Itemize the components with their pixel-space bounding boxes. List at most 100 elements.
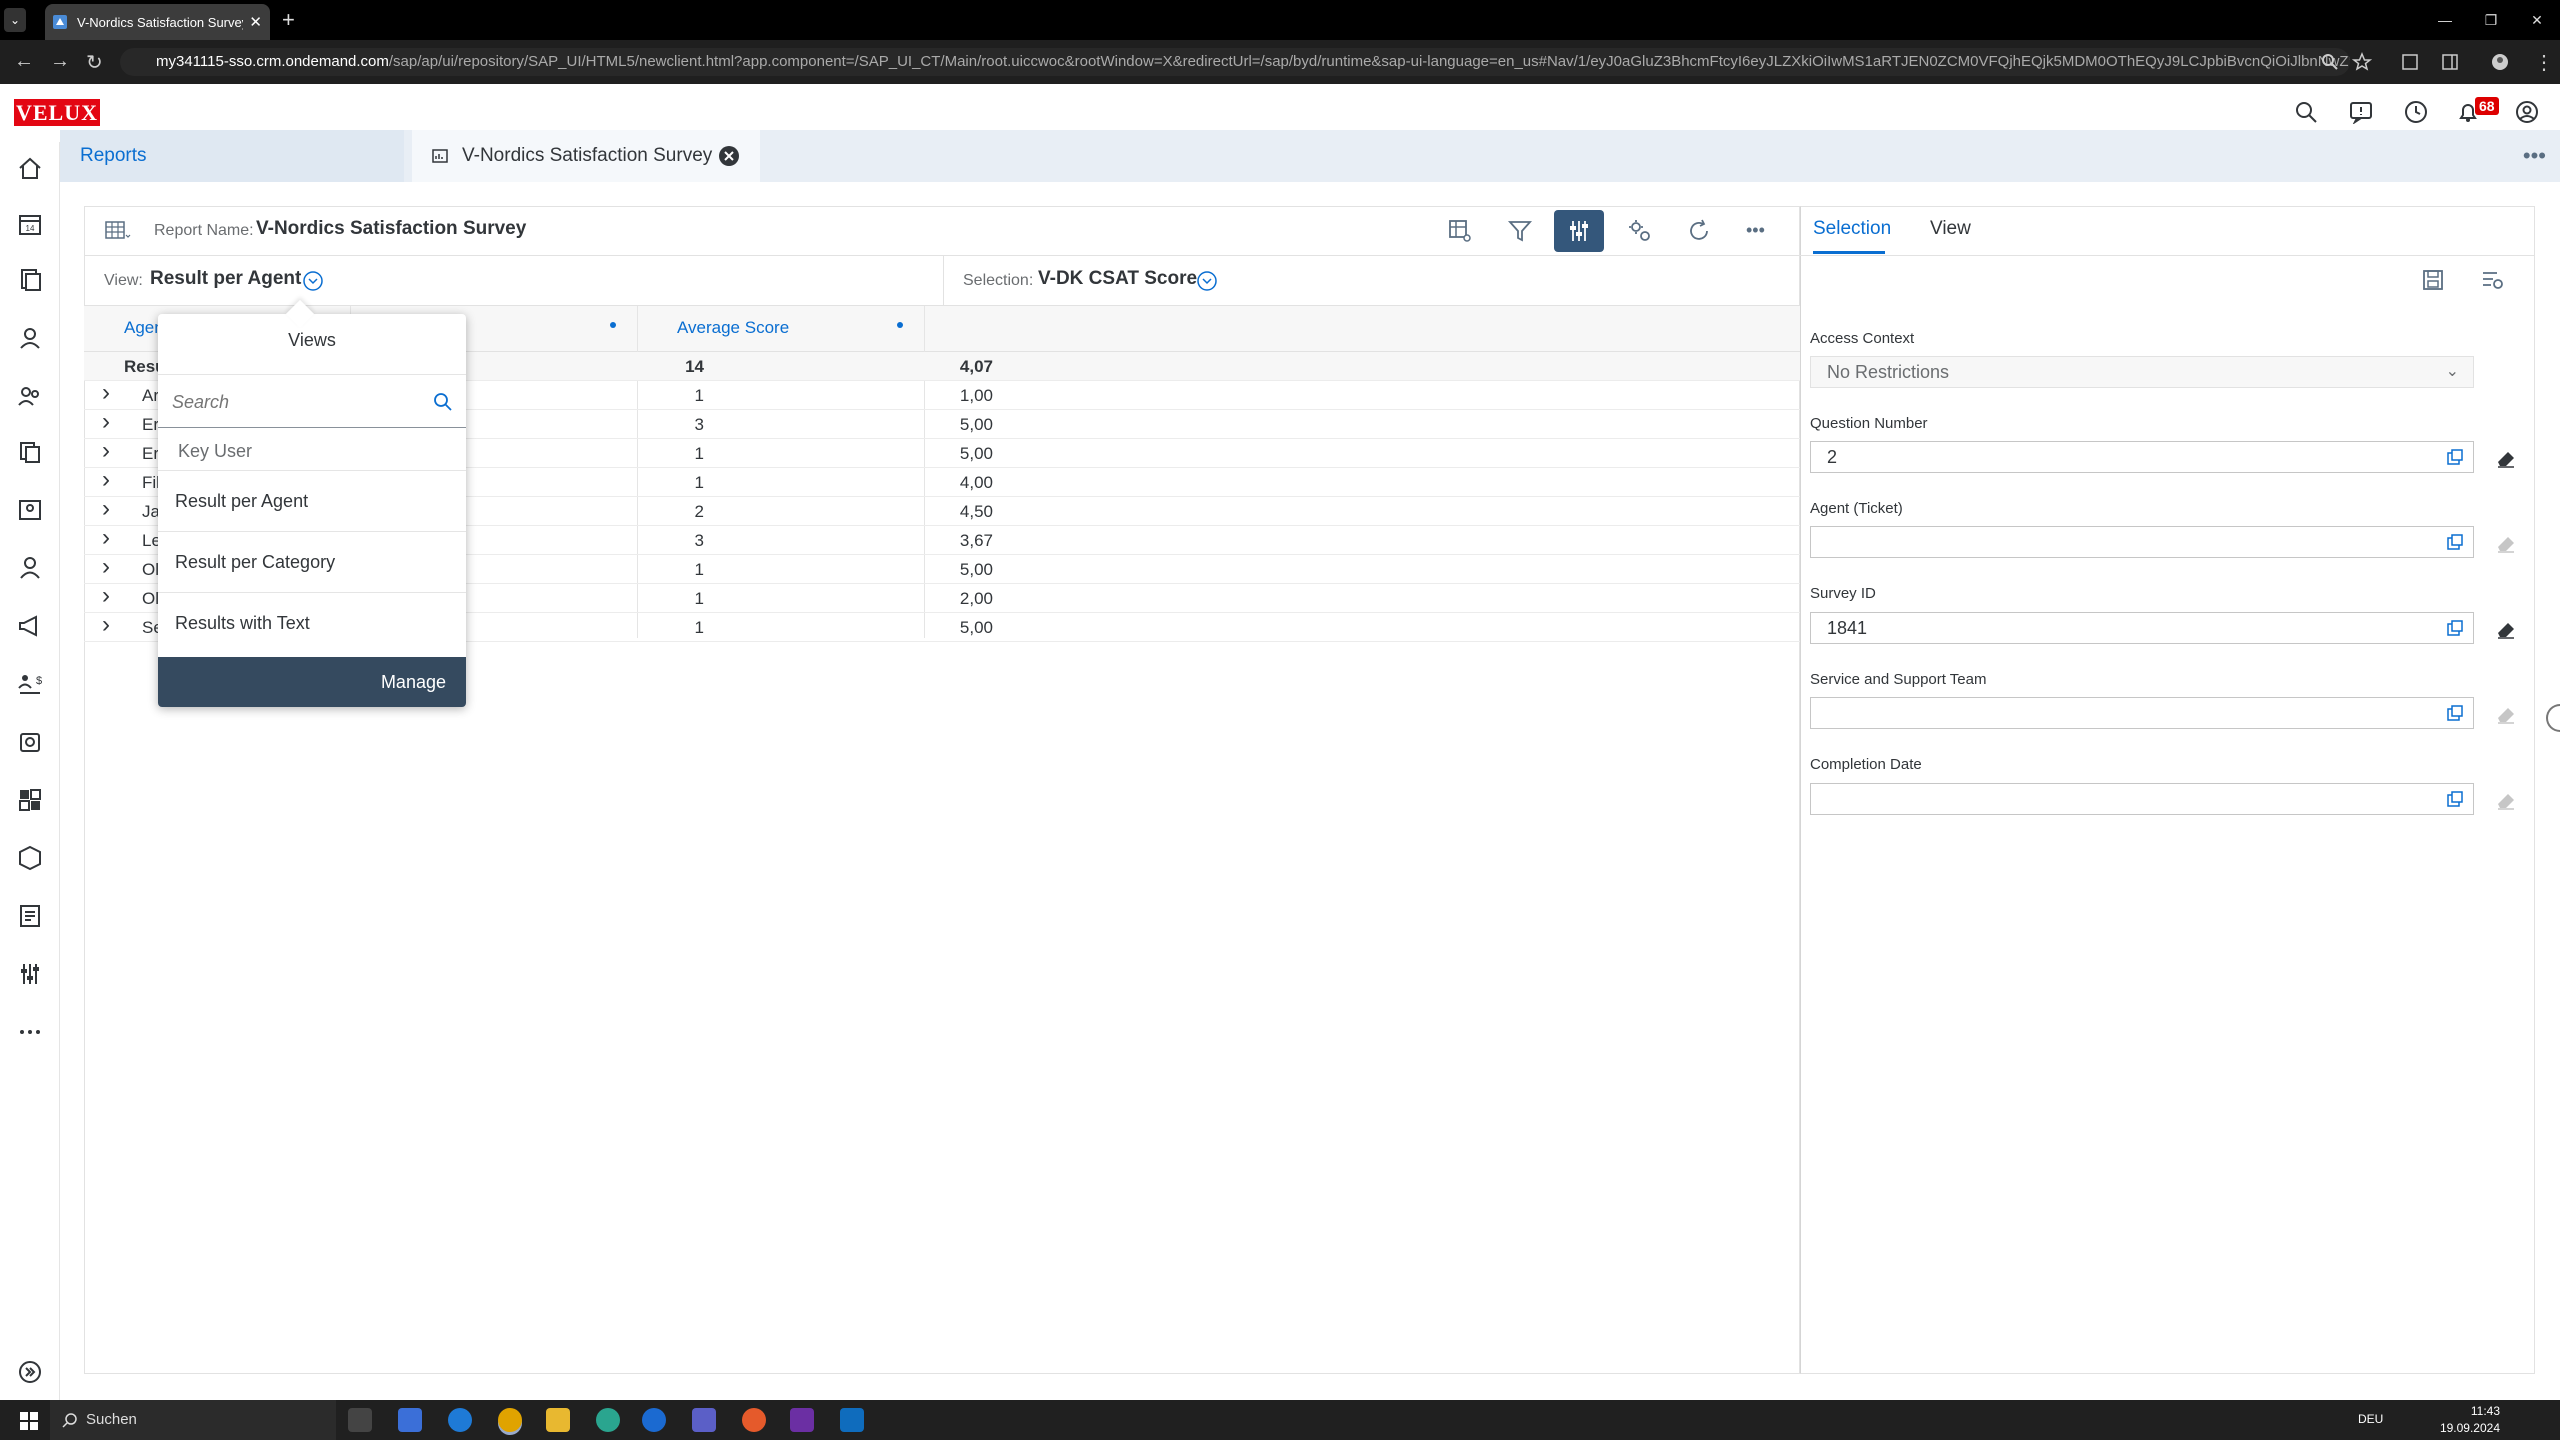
filter-icon[interactable] — [1507, 218, 1533, 244]
table-view-icon[interactable] — [104, 220, 132, 242]
extension-icon[interactable] — [2400, 52, 2420, 72]
more-icon[interactable] — [16, 1018, 44, 1046]
teams-icon[interactable] — [692, 1408, 716, 1432]
reports-icon[interactable] — [16, 902, 44, 930]
url-field[interactable]: my341115-sso.crm.ondemand.com/sap/ap/ui/… — [120, 48, 2350, 76]
value-help-icon[interactable] — [2445, 618, 2465, 638]
file-explorer-icon[interactable] — [546, 1408, 570, 1432]
clear-eraser-icon[interactable] — [2494, 702, 2518, 726]
app-icon[interactable] — [742, 1408, 766, 1432]
analytics-icon[interactable] — [16, 786, 44, 814]
more-actions-button[interactable]: ••• — [1746, 220, 1765, 246]
close-window-icon[interactable]: ✕ — [2514, 0, 2560, 40]
access-context-select[interactable]: No Restrictions ⌄ — [1810, 356, 2474, 388]
expand-chevron-icon[interactable]: › — [102, 553, 110, 581]
edge-dev-icon[interactable] — [596, 1408, 620, 1432]
history-clock-icon[interactable] — [2404, 100, 2428, 124]
views-search-input[interactable] — [172, 389, 412, 415]
pivot-table-icon[interactable] — [1447, 218, 1473, 244]
taskbar-clock[interactable]: 11:43 19.09.2024 — [2430, 1403, 2500, 1437]
task-view-icon[interactable] — [348, 1408, 372, 1432]
search-icon[interactable] — [2294, 100, 2318, 124]
outlook-icon[interactable] — [840, 1408, 864, 1432]
clear-eraser-icon[interactable] — [2494, 617, 2518, 641]
expand-chevron-icon[interactable]: › — [102, 437, 110, 465]
expand-chevron-icon[interactable]: › — [102, 408, 110, 436]
app-icon[interactable] — [790, 1408, 814, 1432]
service-support-team-field[interactable] — [1810, 697, 2474, 729]
view-item-result-per-agent[interactable]: Result per Agent — [158, 470, 466, 531]
documents-icon[interactable] — [16, 266, 44, 294]
view-item-results-with-text[interactable]: Results with Text — [158, 592, 466, 653]
forward-icon[interactable]: → — [50, 50, 70, 73]
edge-browser-icon[interactable] — [448, 1408, 472, 1432]
windows-start-icon[interactable] — [20, 1412, 38, 1430]
column-header-average-score[interactable]: Average Score — [677, 318, 789, 338]
expand-chevron-icon[interactable]: › — [102, 495, 110, 523]
tab-reports[interactable]: Reports — [60, 130, 404, 182]
sidebar-icon[interactable] — [2440, 52, 2460, 72]
reload-icon[interactable]: ↻ — [86, 50, 103, 75]
agent-ticket-field[interactable] — [1810, 526, 2474, 558]
accounts-icon[interactable] — [16, 382, 44, 410]
service-icon[interactable] — [16, 728, 44, 756]
administration-icon[interactable] — [16, 960, 44, 988]
clear-eraser-icon[interactable] — [2494, 446, 2518, 470]
chrome-browser-icon[interactable] — [498, 1408, 522, 1432]
save-selection-icon[interactable] — [2421, 268, 2445, 292]
products-icon[interactable] — [16, 844, 44, 872]
taskbar-search[interactable]: Suchen — [50, 1400, 336, 1440]
manage-selection-icon[interactable] — [2480, 268, 2504, 292]
expand-chevron-icon[interactable]: › — [102, 611, 110, 639]
expand-chevron-icon[interactable]: › — [102, 524, 110, 552]
marketing-megaphone-icon[interactable] — [16, 612, 44, 640]
close-tab-icon[interactable]: ✕ — [249, 13, 262, 31]
close-tab-icon[interactable] — [718, 145, 740, 167]
manage-views-button[interactable]: Manage — [158, 657, 466, 707]
expand-chevron-icon[interactable]: › — [102, 379, 110, 407]
person-icon[interactable] — [16, 554, 44, 582]
user-profile-icon[interactable] — [2515, 100, 2539, 124]
feedback-icon[interactable] — [2349, 100, 2373, 124]
settings-gears-icon[interactable] — [1627, 218, 1653, 244]
contacts-icon[interactable] — [16, 496, 44, 524]
expand-chevron-icon[interactable]: › — [102, 582, 110, 610]
view-dropdown-icon[interactable] — [302, 270, 324, 292]
input-language[interactable]: DEU — [2358, 1412, 2383, 1426]
sales-icon[interactable]: $ — [16, 670, 44, 698]
tab-survey[interactable]: V-Nordics Satisfaction Survey — [412, 130, 760, 182]
value-help-icon[interactable] — [2445, 532, 2465, 552]
new-tab-button[interactable]: + — [282, 7, 295, 33]
calendar-icon[interactable]: 14 — [16, 210, 44, 238]
expand-rail-icon[interactable] — [16, 1358, 44, 1386]
tab-view[interactable]: View — [1930, 218, 1971, 240]
value-help-icon[interactable] — [2445, 789, 2465, 809]
browser-tab[interactable]: V-Nordics Satisfaction Survey ✕ — [45, 4, 270, 40]
minimize-icon[interactable]: — — [2422, 0, 2468, 40]
tab-selection[interactable]: Selection — [1813, 218, 1891, 240]
home-icon[interactable] — [16, 154, 44, 182]
expand-chevron-icon[interactable]: › — [102, 466, 110, 494]
profile-icon[interactable] — [2490, 52, 2510, 72]
back-icon[interactable]: ← — [14, 50, 34, 73]
restore-icon[interactable]: ❐ — [2468, 0, 2514, 40]
browser-menu-icon[interactable]: ⋮ — [2534, 50, 2554, 75]
view-item-result-per-category[interactable]: Result per Category — [158, 531, 466, 592]
selection-dropdown-icon[interactable] — [1196, 270, 1218, 292]
refresh-icon[interactable] — [1686, 218, 1712, 244]
clear-eraser-icon[interactable] — [2494, 788, 2518, 812]
question-number-field[interactable]: 2 — [1810, 441, 2474, 473]
panel-resize-handle[interactable] — [2546, 704, 2560, 732]
tab-list-button[interactable]: ⌄ — [4, 8, 26, 32]
value-help-icon[interactable] — [2445, 703, 2465, 723]
copy-icon[interactable] — [16, 438, 44, 466]
survey-id-field[interactable]: 1841 — [1810, 612, 2474, 644]
value-help-icon[interactable] — [2445, 447, 2465, 467]
app-icon[interactable] — [642, 1408, 666, 1432]
zoom-icon[interactable] — [2320, 52, 2340, 72]
completion-date-field[interactable] — [1810, 783, 2474, 815]
bookmark-star-icon[interactable] — [2352, 52, 2372, 72]
tab-overflow-button[interactable]: ••• — [2523, 143, 2546, 169]
search-icon[interactable] — [432, 391, 454, 413]
clear-eraser-icon[interactable] — [2494, 531, 2518, 555]
